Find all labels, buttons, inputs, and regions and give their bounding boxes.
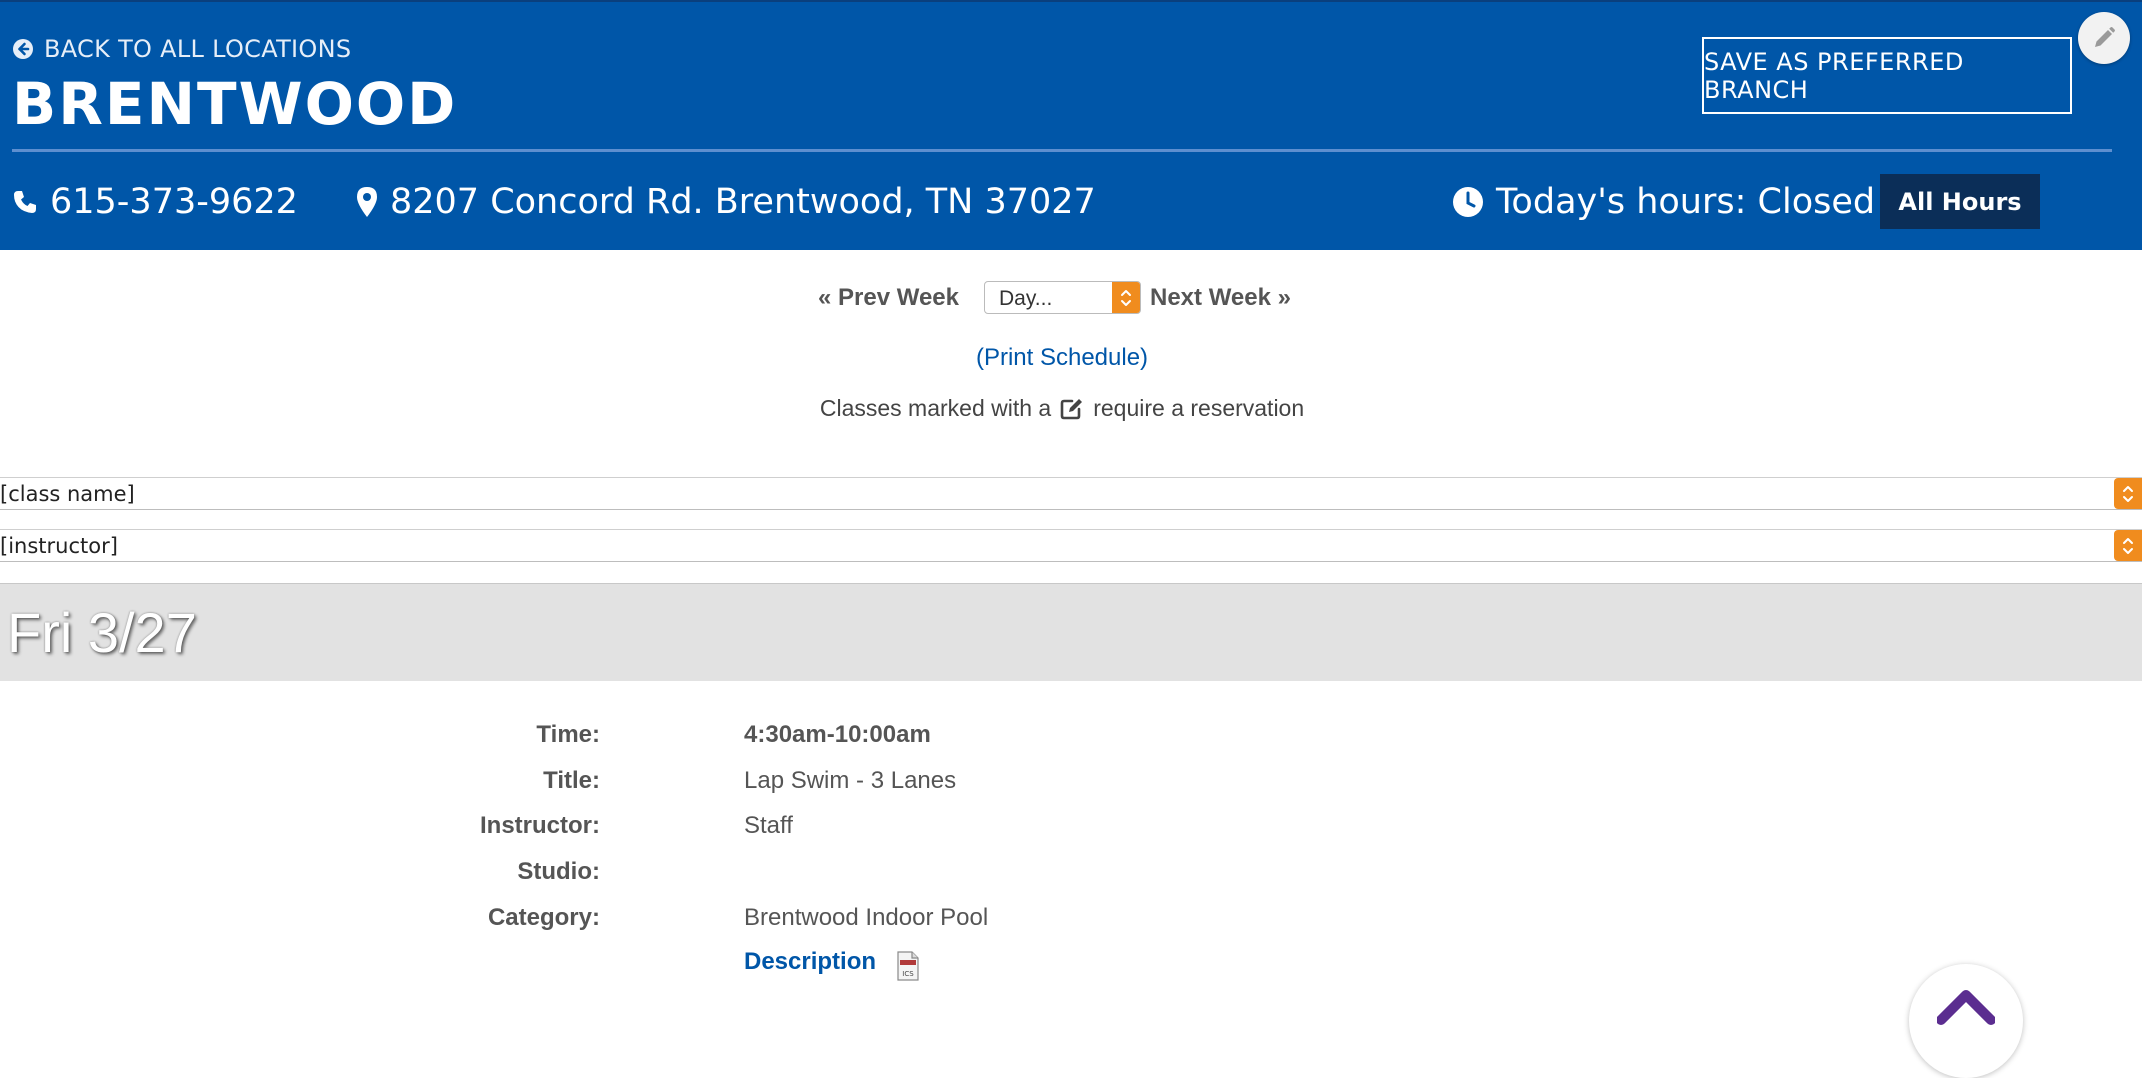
- reservation-note-start: Classes marked with a: [819, 395, 1052, 421]
- ics-icon-text: ICS: [902, 970, 914, 978]
- category-value: Brentwood Indoor Pool: [744, 904, 989, 931]
- description-link[interactable]: Description: [744, 948, 876, 976]
- title-row: Title: Lap Swim - 3 Lanes: [0, 761, 2142, 801]
- phone-number-link[interactable]: 615-373-9622: [12, 178, 298, 226]
- time-row: Time: 4:30am-10:00am: [0, 715, 2142, 755]
- class-name-filter-value: [class name]: [0, 482, 135, 506]
- instructor-label: Instructor:: [480, 812, 600, 839]
- arrow-up-icon: [1937, 990, 1995, 1025]
- reservation-note: Classes marked with a require a reservat…: [0, 395, 2124, 422]
- map-pin-icon: [357, 187, 377, 217]
- phone-icon: [14, 191, 36, 213]
- all-hours-label: All Hours: [1898, 187, 2022, 216]
- day-label: Fri 3/27: [7, 601, 197, 664]
- circle-arrow-left-icon: [13, 39, 33, 59]
- print-schedule-label: (Print Schedule): [975, 344, 1149, 371]
- reservation-note-end: require a reservation: [1093, 395, 1305, 421]
- header-top-border: [0, 0, 2142, 2]
- phone-number: 615-373-9622: [50, 182, 298, 222]
- back-link-label: BACK TO ALL LOCATIONS: [44, 35, 352, 63]
- week-navigation: « Prev Week Day... Next Week »: [0, 280, 2142, 316]
- instructor-row: Instructor: Staff: [0, 806, 2142, 846]
- address-link[interactable]: 8207 Concord Rd. Brentwood, TN 37027: [356, 178, 1096, 226]
- todays-hours: Today's hours: Closed: [1452, 178, 1875, 226]
- ics-file-icon[interactable]: ICS: [896, 951, 920, 986]
- branch-header: BACK TO ALL LOCATIONS BRENTWOOD SAVE AS …: [0, 0, 2142, 250]
- todays-hours-text: Today's hours: Closed: [1496, 182, 1876, 222]
- clock-icon: [1453, 187, 1483, 217]
- day-select-value: Day...: [999, 287, 1053, 310]
- branch-address: 8207 Concord Rd. Brentwood, TN 37027: [390, 182, 1096, 222]
- print-schedule-link[interactable]: (Print Schedule): [0, 344, 2124, 372]
- header-divider: [12, 149, 2112, 152]
- category-label: Category:: [487, 904, 600, 931]
- save-branch-label: SAVE AS PREFERRED BRANCH: [1704, 47, 1964, 104]
- instructor-value: Staff: [744, 812, 793, 839]
- branch-name: BRENTWOOD: [12, 70, 458, 138]
- back-to-locations-link[interactable]: BACK TO ALL LOCATIONS: [12, 34, 351, 64]
- chevron-up-down-icon: [2114, 478, 2142, 509]
- instructor-filter[interactable]: [instructor]: [0, 529, 2142, 562]
- pencil-icon: [2095, 27, 2115, 47]
- day-select[interactable]: Day...: [984, 281, 1141, 314]
- all-hours-button[interactable]: All Hours: [1880, 174, 2040, 229]
- title-value: Lap Swim - 3 Lanes: [744, 767, 957, 794]
- studio-label: Studio:: [517, 858, 600, 885]
- title-label: Title:: [543, 767, 600, 794]
- edit-square-icon: [1060, 398, 1083, 419]
- instructor-filter-value: [instructor]: [0, 534, 118, 558]
- class-name-filter[interactable]: [class name]: [0, 477, 2142, 510]
- day-header: Fri 3/27: [0, 583, 2142, 681]
- next-week-link[interactable]: Next Week »: [1150, 284, 1291, 312]
- save-preferred-branch-button[interactable]: SAVE AS PREFERRED BRANCH: [1702, 37, 2072, 114]
- time-value: 4:30am-10:00am: [744, 721, 931, 748]
- chevron-up-down-icon: [1112, 282, 1140, 313]
- studio-row: Studio:: [0, 852, 2142, 892]
- time-label: Time:: [536, 721, 600, 748]
- scroll-to-top-button[interactable]: [1909, 964, 2023, 1078]
- chevron-up-down-icon: [2114, 530, 2142, 561]
- category-row: Category: Brentwood Indoor Pool: [0, 898, 2142, 938]
- prev-week-link[interactable]: « Prev Week: [818, 284, 959, 312]
- edit-button[interactable]: [2078, 12, 2130, 64]
